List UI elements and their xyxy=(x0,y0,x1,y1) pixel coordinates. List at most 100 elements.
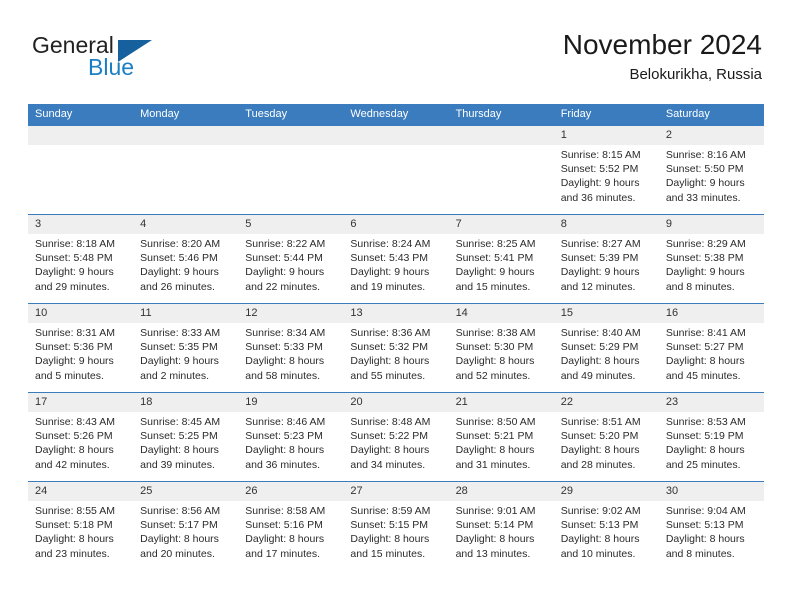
calendar-day-cell[interactable]: 29 Sunrise: 9:02 AM Sunset: 5:13 PM Dayligh… xyxy=(553,481,659,571)
calendar-day-cell[interactable]: 13 Sunrise: 8:36 AM Sunset: 5:32 PM Dayligh… xyxy=(343,303,449,393)
day-number: 12 xyxy=(238,304,344,323)
day-detail-daylight2: and 8 minutes. xyxy=(665,280,735,293)
day-detail-daylight1: Daylight: 9 hours xyxy=(665,177,745,190)
day-detail-daylight1: Daylight: 8 hours xyxy=(140,444,219,457)
day-number xyxy=(133,126,239,145)
day-number: 24 xyxy=(28,482,134,501)
calendar-day-cell[interactable]: 22 Sunrise: 8:51 AM Sunset: 5:20 PM Dayligh… xyxy=(553,392,659,482)
day-detail-daylight1: Daylight: 9 hours xyxy=(35,266,114,279)
day-number: 13 xyxy=(343,304,449,323)
day-detail-sunrise: Sunrise: 8:34 AM xyxy=(245,327,326,339)
day-details: Sunrise: 8:50 AM Sunset: 5:21 PM Daylight:… xyxy=(449,412,554,472)
calendar-day-cell[interactable]: 1 Sunrise: 8:15 AM Sunset: 5:52 PM Daylight… xyxy=(553,125,659,215)
calendar-day-cell[interactable]: 8 Sunrise: 8:27 AM Sunset: 5:39 PM Daylight… xyxy=(553,214,659,304)
day-detail-sunset: Sunset: 5:15 PM xyxy=(350,519,429,532)
calendar-day-cell[interactable]: 21 Sunrise: 8:50 AM Sunset: 5:21 PM Dayligh… xyxy=(448,392,554,482)
day-detail-sunrise: Sunrise: 8:48 AM xyxy=(350,416,431,428)
calendar-day-cell[interactable]: 12 Sunrise: 8:34 AM Sunset: 5:33 PM Dayligh… xyxy=(238,303,344,393)
day-detail-sunrise: Sunrise: 8:16 AM xyxy=(665,149,746,161)
calendar-day-cell[interactable]: 27 Sunrise: 8:59 AM Sunset: 5:15 PM Dayligh… xyxy=(343,481,449,571)
day-detail-sunrise: Sunrise: 8:53 AM xyxy=(665,416,746,428)
sunrise-sunset-calendar: Sunday Monday Tuesday Wednesday Thursday… xyxy=(28,104,764,571)
calendar-day-cell[interactable]: 16 Sunrise: 8:41 AM Sunset: 5:27 PM Dayligh… xyxy=(658,303,764,393)
day-detail-sunrise: Sunrise: 8:24 AM xyxy=(350,238,431,250)
calendar-day-cell[interactable]: 25 Sunrise: 8:56 AM Sunset: 5:17 PM Dayligh… xyxy=(133,481,239,571)
day-details: Sunrise: 8:33 AM Sunset: 5:35 PM Daylight:… xyxy=(133,323,238,383)
day-details: Sunrise: 8:34 AM Sunset: 5:33 PM Daylight:… xyxy=(238,323,343,383)
day-number: 11 xyxy=(133,304,239,323)
day-detail-sunrise: Sunrise: 8:43 AM xyxy=(35,416,115,428)
calendar-day-cell[interactable]: 18 Sunrise: 8:45 AM Sunset: 5:25 PM Dayligh… xyxy=(133,392,239,482)
day-detail-daylight1: Daylight: 8 hours xyxy=(350,355,430,368)
day-detail-daylight1: Daylight: 9 hours xyxy=(455,266,535,279)
calendar-day-cell[interactable]: 11 Sunrise: 8:33 AM Sunset: 5:35 PM Dayligh… xyxy=(133,303,239,393)
day-details: Sunrise: 8:24 AM Sunset: 5:43 PM Daylight:… xyxy=(343,234,448,294)
day-detail-sunset: Sunset: 5:52 PM xyxy=(560,163,639,176)
calendar-day-cell[interactable]: 7 Sunrise: 8:25 AM Sunset: 5:41 PM Daylight… xyxy=(448,214,554,304)
calendar-day-cell[interactable]: 17 Sunrise: 8:43 AM Sunset: 5:26 PM Dayligh… xyxy=(28,392,134,482)
calendar-day-cell[interactable]: 3 Sunrise: 8:18 AM Sunset: 5:48 PM Daylight… xyxy=(28,214,134,304)
day-detail-daylight1: Daylight: 8 hours xyxy=(350,533,430,546)
day-detail-daylight1: Daylight: 8 hours xyxy=(455,444,535,457)
day-detail-sunrise: Sunrise: 8:45 AM xyxy=(140,416,221,428)
day-detail-sunrise: Sunrise: 8:27 AM xyxy=(560,238,641,250)
day-detail-daylight1: Daylight: 8 hours xyxy=(455,355,535,368)
day-details: Sunrise: 9:01 AM Sunset: 5:14 PM Daylight:… xyxy=(449,501,554,561)
calendar-day-cell[interactable]: 10 Sunrise: 8:31 AM Sunset: 5:36 PM Dayligh… xyxy=(28,303,134,393)
day-number: 28 xyxy=(448,482,554,501)
calendar-week-row: 1 Sunrise: 8:15 AM Sunset: 5:52 PM Daylight… xyxy=(28,125,764,215)
day-detail-daylight1: Daylight: 8 hours xyxy=(665,533,745,546)
weekday-header-wednesday: Wednesday xyxy=(343,104,449,126)
day-detail-sunset: Sunset: 5:30 PM xyxy=(455,341,534,354)
day-detail-daylight2: and 26 minutes. xyxy=(140,280,215,293)
day-detail-daylight1: Daylight: 9 hours xyxy=(560,177,640,190)
day-number: 29 xyxy=(553,482,659,501)
calendar-day-cell[interactable]: 30 Sunrise: 9:04 AM Sunset: 5:13 PM Dayligh… xyxy=(658,481,764,571)
day-detail-sunset: Sunset: 5:27 PM xyxy=(665,341,744,354)
day-detail-sunset: Sunset: 5:33 PM xyxy=(245,341,323,354)
day-detail-sunset: Sunset: 5:25 PM xyxy=(140,430,218,443)
day-number: 20 xyxy=(343,393,449,412)
day-detail-sunset: Sunset: 5:29 PM xyxy=(560,341,639,354)
day-number: 6 xyxy=(343,215,449,234)
day-detail-daylight1: Daylight: 9 hours xyxy=(350,266,430,279)
day-detail-daylight1: Daylight: 8 hours xyxy=(455,533,535,546)
day-detail-daylight2: and 36 minutes. xyxy=(560,191,636,204)
calendar-day-cell[interactable]: 28 Sunrise: 9:01 AM Sunset: 5:14 PM Dayligh… xyxy=(448,481,554,571)
calendar-day-cell[interactable]: 14 Sunrise: 8:38 AM Sunset: 5:30 PM Dayligh… xyxy=(448,303,554,393)
calendar-day-cell[interactable]: 2 Sunrise: 8:16 AM Sunset: 5:50 PM Daylight… xyxy=(658,125,764,215)
calendar-day-cell[interactable]: 4 Sunrise: 8:20 AM Sunset: 5:46 PM Daylight… xyxy=(133,214,239,304)
day-detail-daylight2: and 15 minutes. xyxy=(350,547,426,560)
day-detail-sunset: Sunset: 5:18 PM xyxy=(35,519,113,532)
calendar-day-cell[interactable]: 24 Sunrise: 8:55 AM Sunset: 5:18 PM Dayligh… xyxy=(28,481,134,571)
calendar-cell-empty xyxy=(343,125,449,215)
day-detail-sunset: Sunset: 5:16 PM xyxy=(245,519,323,532)
calendar-day-cell[interactable]: 15 Sunrise: 8:40 AM Sunset: 5:29 PM Dayligh… xyxy=(553,303,659,393)
day-detail-sunset: Sunset: 5:39 PM xyxy=(560,252,639,265)
day-number: 10 xyxy=(28,304,134,323)
calendar-day-cell[interactable]: 9 Sunrise: 8:29 AM Sunset: 5:38 PM Daylight… xyxy=(658,214,764,304)
day-detail-daylight1: Daylight: 8 hours xyxy=(245,444,325,457)
calendar-cell-empty xyxy=(238,125,344,215)
day-detail-daylight2: and 10 minutes. xyxy=(560,547,636,560)
day-detail-daylight2: and 33 minutes. xyxy=(665,191,741,204)
day-detail-daylight1: Daylight: 9 hours xyxy=(140,355,219,368)
title-block: November 2024 Belokurikha, Russia xyxy=(563,28,762,86)
day-detail-sunrise: Sunrise: 8:22 AM xyxy=(245,238,326,250)
calendar-day-cell[interactable]: 20 Sunrise: 8:48 AM Sunset: 5:22 PM Dayligh… xyxy=(343,392,449,482)
day-details: Sunrise: 8:25 AM Sunset: 5:41 PM Daylight:… xyxy=(449,234,554,294)
day-detail-sunset: Sunset: 5:13 PM xyxy=(560,519,639,532)
calendar-day-cell[interactable]: 23 Sunrise: 8:53 AM Sunset: 5:19 PM Dayligh… xyxy=(658,392,764,482)
general-blue-logo[interactable]: General Blue xyxy=(28,32,228,90)
calendar-day-cell[interactable]: 6 Sunrise: 8:24 AM Sunset: 5:43 PM Daylight… xyxy=(343,214,449,304)
day-number: 4 xyxy=(133,215,239,234)
day-detail-daylight1: Daylight: 8 hours xyxy=(560,355,640,368)
day-number: 15 xyxy=(553,304,659,323)
day-detail-daylight1: Daylight: 9 hours xyxy=(665,266,745,279)
calendar-day-cell[interactable]: 26 Sunrise: 8:58 AM Sunset: 5:16 PM Dayligh… xyxy=(238,481,344,571)
calendar-day-cell[interactable]: 5 Sunrise: 8:22 AM Sunset: 5:44 PM Daylight… xyxy=(238,214,344,304)
day-detail-daylight1: Daylight: 8 hours xyxy=(560,444,640,457)
day-detail-sunset: Sunset: 5:44 PM xyxy=(245,252,323,265)
calendar-day-cell[interactable]: 19 Sunrise: 8:46 AM Sunset: 5:23 PM Dayligh… xyxy=(238,392,344,482)
logo-text-blue: Blue xyxy=(88,54,135,80)
